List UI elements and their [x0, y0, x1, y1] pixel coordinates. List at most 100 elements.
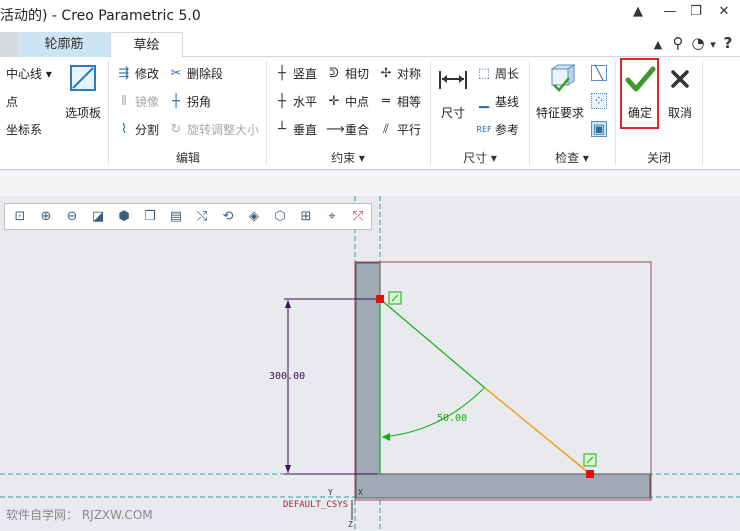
horizontal-icon: ┼ — [278, 93, 286, 109]
modify-button[interactable]: ⇶ 修改 — [116, 65, 159, 82]
endpoint-bottom — [586, 470, 594, 478]
constraint-tangent[interactable]: ᕲ 相切 — [326, 65, 369, 82]
cancel-x-icon — [671, 70, 689, 88]
csys-label: DEFAULT_CSYS — [283, 500, 348, 510]
dim-arrow-top — [285, 300, 291, 308]
sketch-line-orange — [484, 387, 591, 475]
dim-angle-text: 50.00 — [437, 413, 467, 424]
constraint-coincident[interactable]: ⟶ 重合 — [326, 121, 369, 138]
collapse-icon[interactable]: ▲ — [648, 38, 668, 51]
angle-arrow — [382, 433, 390, 441]
perimeter-button[interactable]: ⬚ 周长 — [476, 65, 519, 82]
display-style-icon[interactable]: ⬢ — [113, 206, 135, 228]
constraint-parallel[interactable]: ⫽ 平行 — [378, 121, 421, 138]
coordinate-system-button[interactable]: 坐标系 — [6, 121, 42, 138]
rotate-resize-icon: ↻ — [170, 121, 182, 137]
corner-icon: ┼ — [172, 93, 180, 109]
tab-profile-rib[interactable]: 轮廓筋 — [18, 32, 110, 58]
group-label-edit: 编辑 — [175, 151, 200, 165]
cancel-label: 取消 — [667, 106, 692, 120]
group-divider — [108, 61, 109, 165]
zoom-in-icon[interactable]: ⊕ — [35, 206, 57, 228]
shade-closed-loops-button[interactable]: ▣ — [591, 121, 607, 137]
close-window-button[interactable]: ✕ — [712, 4, 736, 24]
minimize-button[interactable]: — — [658, 4, 682, 24]
rotate-resize-button[interactable]: ↻ 旋转调整大小 — [168, 121, 259, 138]
midpoint-icon: ✛ — [328, 93, 340, 109]
feature-requirements-button[interactable]: 特征要求 — [532, 63, 588, 121]
saved-views-icon[interactable]: ❒ — [139, 206, 161, 228]
constraint-vertical[interactable]: ┼ 竖直 — [274, 65, 317, 82]
ribbon-tab-bar: 轮廓筋 草绘 — [0, 30, 740, 58]
search-icon[interactable]: ⚲ — [668, 34, 688, 52]
annotation-display-icon[interactable]: ◈ — [243, 206, 265, 228]
dimension-button[interactable]: 尺寸 — [434, 63, 472, 121]
delete-segment-button[interactable]: ✂ 删除段 — [168, 65, 223, 82]
perimeter-icon: ⬚ — [477, 65, 491, 81]
coincident-icon: ⟶ — [326, 121, 345, 137]
ok-highlight-box — [620, 58, 659, 129]
tab-sketch[interactable]: 草绘 — [110, 32, 183, 58]
spin-center-icon[interactable]: ⬡ — [269, 206, 291, 228]
corner-button[interactable]: ┼ 拐角 — [168, 93, 211, 110]
parallel-icon: ⫽ — [383, 121, 389, 137]
group-divider — [430, 61, 431, 165]
point-button[interactable]: 点 — [6, 93, 18, 110]
repaint-icon[interactable]: ◪ — [87, 206, 109, 228]
overlap-icon: ╲ — [591, 65, 607, 81]
constraint-midpoint[interactable]: ✛ 中点 — [326, 93, 369, 110]
mirror-button[interactable]: ⫴ 镜像 — [116, 93, 159, 110]
title-bar: 活动的) - Creo Parametric 5.0 ▲ — ❐ ✕ — [0, 0, 740, 30]
view-manager-icon[interactable]: ▤ — [165, 206, 187, 228]
perpendicular-icon: ┴ — [278, 121, 286, 137]
constraint-symmetric[interactable]: ✢ 对称 — [378, 65, 421, 82]
overlapping-geometry-button[interactable]: ╲ — [591, 65, 607, 81]
vertical-icon: ┼ — [278, 65, 286, 81]
centerline-menu[interactable]: 中心线 ▾ — [6, 65, 52, 82]
tab-previous[interactable] — [0, 32, 18, 58]
baseline-icon: ▁ — [479, 93, 489, 109]
watermark: 软件自学网： RJZXW.COM — [6, 508, 153, 522]
help-icon[interactable]: ? — [718, 34, 738, 52]
dim-vertical-text: 300.00 — [269, 371, 305, 382]
zoom-out-icon[interactable]: ⊖ — [61, 206, 83, 228]
sketcher-display-icon[interactable]: ⌖ — [321, 206, 343, 228]
group-label-constraint: 约束 ▾ — [331, 151, 365, 165]
perspective-icon[interactable]: ⤭ — [191, 206, 213, 228]
dimension-icon — [439, 71, 467, 89]
delete-segment-icon: ✂ — [170, 65, 182, 81]
constraint-display-icon[interactable]: ⤱ — [347, 206, 369, 228]
group-divider — [266, 61, 267, 165]
reference-button[interactable]: REF 参考 — [476, 121, 519, 138]
tab-bar-icons: ▲ ⚲ ◔ ▾? — [648, 34, 738, 52]
cancel-button[interactable]: 取消 — [662, 63, 698, 121]
collapse-ribbon-button[interactable]: ▲ — [626, 4, 650, 24]
reference-icon: REF — [476, 124, 492, 134]
highlight-open-ends-button[interactable]: ⁘ — [591, 93, 607, 109]
dimension-label: 尺寸 — [440, 106, 465, 120]
axis-z-label: Z — [348, 520, 353, 529]
constraint-equal[interactable]: ═ 相等 — [378, 93, 421, 110]
baseline-button[interactable]: ▁ 基线 — [476, 93, 519, 110]
datum-display-icon[interactable]: ⟲ — [217, 206, 239, 228]
feature-requirements-icon — [550, 64, 576, 92]
sketch-view-icon[interactable]: ⊞ — [295, 206, 317, 228]
mirror-icon: ⫴ — [121, 93, 127, 109]
axis-y-label: Y — [328, 488, 333, 497]
option-panel-button[interactable]: 选项板 — [60, 63, 106, 121]
option-panel-label: 选项板 — [64, 106, 101, 120]
refit-icon[interactable]: ⊡ — [9, 206, 31, 228]
canvas-top-strip — [0, 171, 740, 196]
sketch-canvas[interactable]: 300.00 50.00 DEFAULT_CSYS Y X Z — [0, 196, 740, 531]
constraint-horizontal[interactable]: ┼ 水平 — [274, 93, 317, 110]
axis-x-label: X — [358, 488, 363, 497]
chevron-down-icon[interactable]: ▾ — [708, 38, 718, 51]
angle-arc — [381, 387, 485, 438]
divide-button[interactable]: ⌇ 分割 — [116, 121, 159, 138]
sketch-line-green — [379, 298, 486, 389]
dim-arrow-bottom — [285, 465, 291, 473]
divide-icon: ⌇ — [120, 121, 128, 137]
constraint-perpendicular[interactable]: ┴ 垂直 — [274, 121, 317, 138]
restore-button[interactable]: ❐ — [684, 4, 708, 24]
collab-icon[interactable]: ◔ — [688, 34, 708, 52]
